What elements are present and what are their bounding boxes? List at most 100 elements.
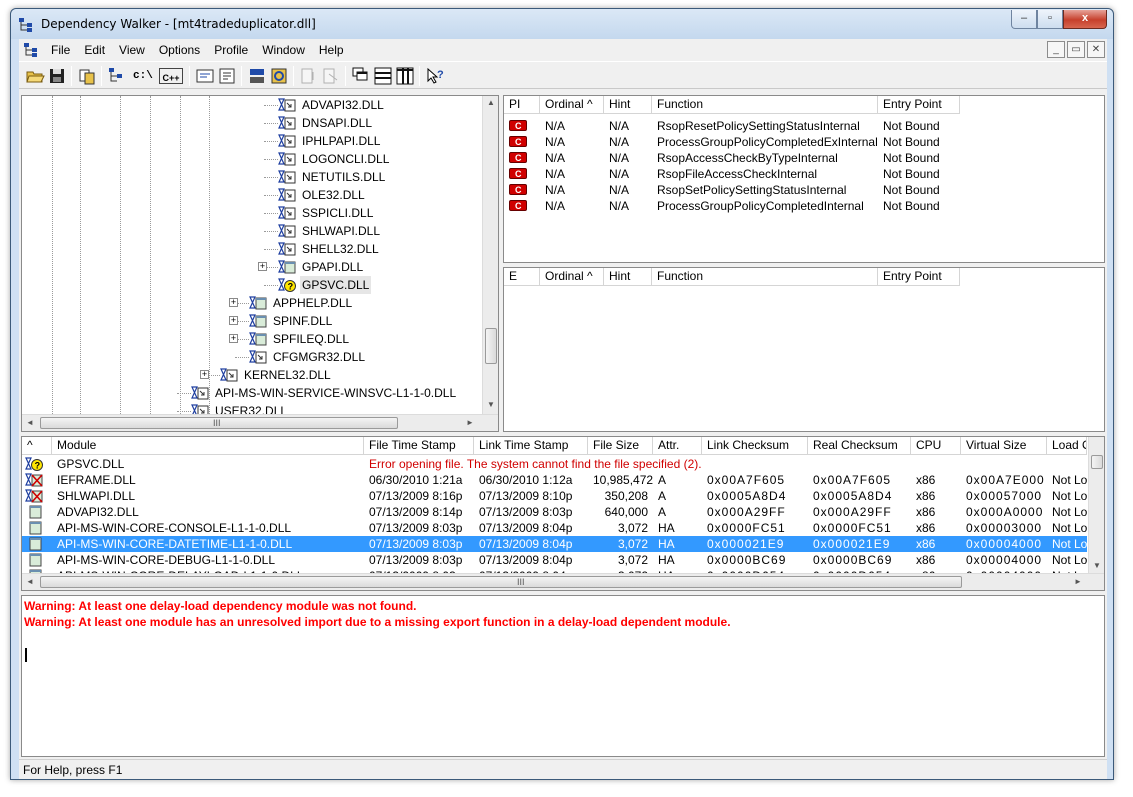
find-icon[interactable] [107, 66, 127, 86]
scroll-down-arrow[interactable]: ▼ [1089, 561, 1104, 570]
module-row[interactable]: API-MS-WIN-CORE-DEBUG-L1-1-0.DLL 07/13/20… [22, 552, 1087, 568]
title-bar[interactable]: Dependency Walker - [mt4tradeduplicator.… [11, 9, 1113, 39]
tree-item[interactable]: OLE32.DLL [22, 186, 482, 204]
modules-horizontal-scrollbar[interactable]: ◄ III ► [22, 573, 1104, 590]
open-icon[interactable] [25, 66, 45, 86]
view-module-icon[interactable] [247, 66, 267, 86]
imports-column-header[interactable]: Function [652, 96, 878, 114]
tree-item[interactable]: SSPICLI.DLL [22, 204, 482, 222]
tree-item[interactable]: USER32.DLL [22, 402, 482, 414]
menu-profile[interactable]: Profile [207, 39, 255, 61]
modules-column-header[interactable]: Link Checksum [702, 437, 808, 455]
tree-item[interactable]: + APPHELP.DLL [22, 294, 482, 312]
view-matching-icon[interactable] [269, 66, 289, 86]
scroll-thumb[interactable] [1091, 455, 1103, 469]
tile-horizontal-icon[interactable] [373, 66, 393, 86]
menu-help[interactable]: Help [312, 39, 351, 61]
exports-column-header[interactable]: Ordinal ^ [540, 268, 604, 286]
tree-horizontal-scrollbar[interactable]: ◄ III ► [22, 414, 498, 431]
tree-item[interactable]: DNSAPI.DLL [22, 114, 482, 132]
modules-column-header[interactable]: Link Time Stamp [474, 437, 588, 455]
mdi-close-button[interactable]: ✕ [1087, 41, 1105, 58]
module-row[interactable]: IEFRAME.DLL 06/30/2010 1:21a 06/30/2010 1:… [22, 472, 1087, 488]
menu-edit[interactable]: Edit [77, 39, 112, 61]
tree-item[interactable]: API-MS-WIN-SERVICE-WINSVC-L1-1-0.DLL [22, 384, 482, 402]
modules-column-header[interactable]: Module [52, 437, 364, 455]
modules-column-header[interactable]: File Time Stamp [364, 437, 474, 455]
cascade-icon[interactable] [351, 66, 371, 86]
tree-item[interactable]: + GPAPI.DLL [22, 258, 482, 276]
exports-column-header[interactable]: Function [652, 268, 878, 286]
menu-window[interactable]: Window [255, 39, 312, 61]
modules-column-header[interactable]: Virtual Size [961, 437, 1047, 455]
scroll-thumb[interactable] [40, 576, 962, 588]
tree-item[interactable]: + SPINF.DLL [22, 312, 482, 330]
properties-icon[interactable] [217, 66, 237, 86]
document-icon[interactable] [23, 42, 39, 58]
modules-column-header[interactable]: Real Checksum [808, 437, 911, 455]
menu-options[interactable]: Options [152, 39, 207, 61]
tree-item[interactable]: + SPFILEQ.DLL [22, 330, 482, 348]
scroll-down-arrow[interactable]: ▼ [483, 400, 498, 409]
import-row[interactable]: N/A N/A ProcessGroupPolicyCompletedExInter… [504, 134, 960, 150]
modules-column-header[interactable]: Attr. [653, 437, 702, 455]
module-row[interactable]: ADVAPI32.DLL 07/13/2009 8:14p 07/13/2009 8… [22, 504, 1087, 520]
module-row[interactable]: API-MS-WIN-CORE-DATETIME-L1-1-0.DLL 07/13… [22, 536, 1087, 552]
import-row[interactable]: N/A N/A RsopFileAccessCheckInternal Not Bou… [504, 166, 960, 182]
mdi-minimize-button[interactable]: _ [1047, 41, 1065, 58]
import-row[interactable]: N/A N/A RsopResetPolicySettingStatusIntern… [504, 118, 960, 134]
imports-column-header[interactable]: Ordinal ^ [540, 96, 604, 114]
scroll-left-arrow[interactable]: ◄ [22, 577, 38, 586]
mdi-restore-button[interactable]: ▭ [1067, 41, 1085, 58]
module-row[interactable]: ? GPSVC.DLL Error opening file. The system… [22, 456, 1064, 472]
exports-column-header[interactable]: Hint [604, 268, 652, 286]
scroll-right-arrow[interactable]: ► [462, 418, 478, 427]
imports-column-header[interactable]: Hint [604, 96, 652, 114]
copy-icon[interactable] [77, 66, 97, 86]
collapse-all-icon[interactable] [321, 66, 341, 86]
tree-item[interactable]: CFGMGR32.DLL [22, 348, 482, 366]
full-paths-button[interactable]: c:\ [133, 66, 155, 86]
close-button[interactable]: x [1063, 10, 1107, 29]
exports-column-header[interactable]: E [504, 268, 540, 286]
expand-toggle[interactable]: + [229, 298, 238, 307]
save-icon[interactable] [47, 66, 67, 86]
tile-vertical-icon[interactable] [395, 66, 415, 86]
expand-toggle[interactable]: + [200, 370, 209, 379]
tree-item[interactable]: ADVAPI32.DLL [22, 96, 482, 114]
module-row[interactable]: API-MS-WIN-CORE-CONSOLE-L1-1-0.DLL 07/13/… [22, 520, 1087, 536]
menu-view[interactable]: View [112, 39, 152, 61]
log-pane[interactable]: Warning: At least one delay-load depende… [21, 595, 1105, 757]
cpp-button[interactable]: C++ [159, 68, 183, 84]
scroll-right-arrow[interactable]: ► [1070, 577, 1086, 586]
import-row[interactable]: N/A N/A RsopSetPolicySettingStatusInternal… [504, 182, 960, 198]
tree-vertical-scrollbar[interactable]: ▲ ▼ [482, 96, 498, 414]
expand-toggle[interactable]: + [229, 334, 238, 343]
scroll-left-arrow[interactable]: ◄ [22, 418, 38, 427]
menu-file[interactable]: File [44, 39, 77, 61]
minimize-button[interactable]: – [1011, 10, 1037, 29]
imports-column-header[interactable]: PI [504, 96, 540, 114]
scroll-thumb[interactable] [485, 328, 497, 364]
undecorate-icon[interactable] [195, 66, 215, 86]
expand-toggle[interactable]: + [258, 262, 267, 271]
tree-item[interactable]: + KERNEL32.DLL [22, 366, 482, 384]
tree-item[interactable]: ? GPSVC.DLL [22, 276, 482, 294]
tree-item[interactable]: SHELL32.DLL [22, 240, 482, 258]
modules-column-header[interactable]: File Size [588, 437, 653, 455]
modules-column-header[interactable]: Load O [1047, 437, 1087, 455]
imports-column-header[interactable]: Entry Point [878, 96, 960, 114]
tree-item[interactable]: LOGONCLI.DLL [22, 150, 482, 168]
expand-all-icon[interactable] [299, 66, 319, 86]
tree-item[interactable]: IPHLPAPI.DLL [22, 132, 482, 150]
module-row[interactable]: SHLWAPI.DLL 07/13/2009 8:16p 07/13/2009 8:… [22, 488, 1087, 504]
modules-column-header[interactable]: CPU [911, 437, 961, 455]
tree-item[interactable]: SHLWAPI.DLL [22, 222, 482, 240]
modules-column-header[interactable]: ^ [22, 437, 52, 455]
tree-item[interactable]: NETUTILS.DLL [22, 168, 482, 186]
modules-vertical-scrollbar[interactable]: ▼ [1088, 437, 1104, 573]
maximize-button[interactable]: ▫ [1037, 10, 1063, 29]
exports-column-header[interactable]: Entry Point [878, 268, 960, 286]
expand-toggle[interactable]: + [229, 316, 238, 325]
import-row[interactable]: N/A N/A RsopAccessCheckByTypeInternal Not B… [504, 150, 960, 166]
